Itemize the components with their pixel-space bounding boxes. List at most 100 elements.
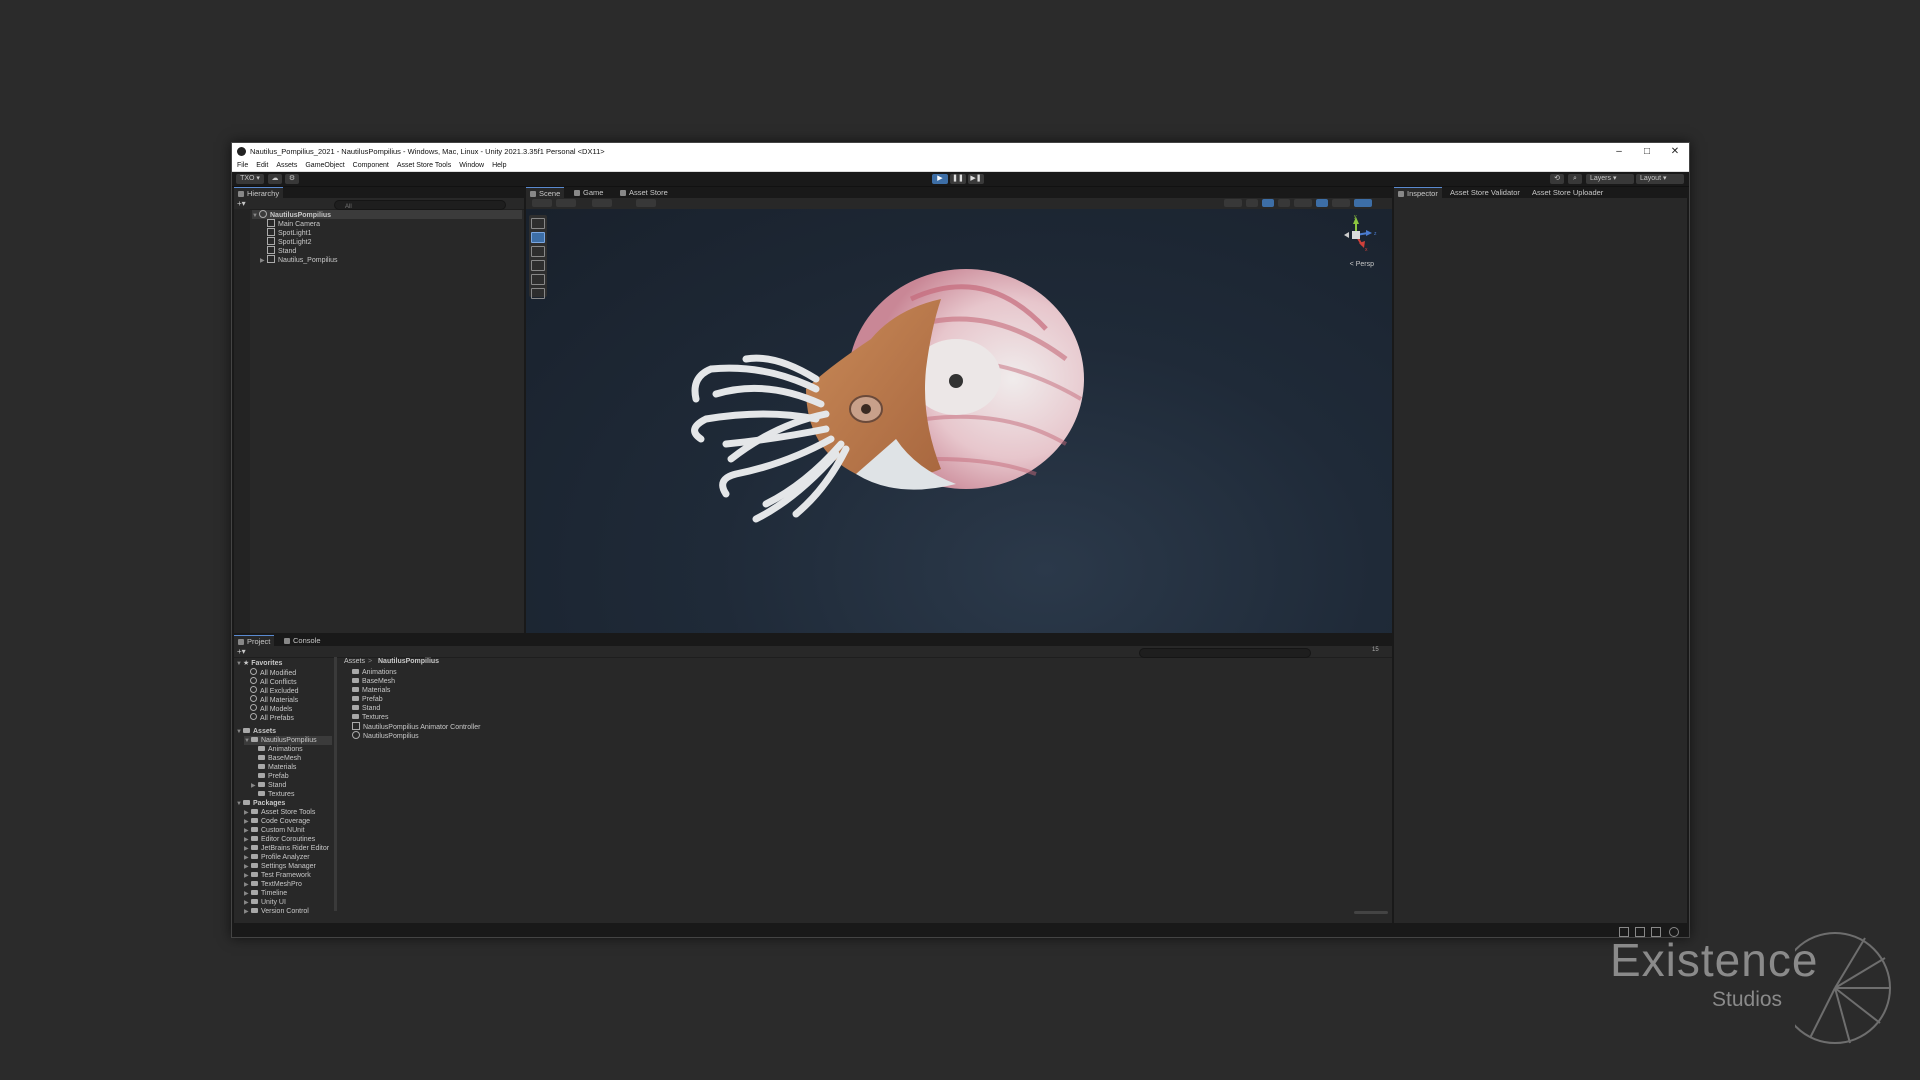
persp-label[interactable]: < Persp xyxy=(1350,261,1374,268)
step-button[interactable]: ▶❚ xyxy=(968,174,984,184)
content-folder-materials[interactable]: Materials xyxy=(352,686,390,695)
cloud-icon[interactable]: ☁ xyxy=(268,174,282,184)
icon-size-slider[interactable] xyxy=(1354,911,1388,914)
move-tool[interactable] xyxy=(531,232,545,243)
rect-tool[interactable] xyxy=(531,274,545,285)
hierarchy-search-input[interactable]: All xyxy=(334,200,506,210)
folder-animations[interactable]: Animations xyxy=(258,745,303,754)
tab-asset-store-uploader[interactable]: Asset Store Uploader xyxy=(1528,187,1607,198)
account-dropdown[interactable]: TXO ▾ xyxy=(236,174,264,184)
content-folder-textures[interactable]: Textures xyxy=(352,713,388,722)
scene-viewport[interactable]: y z x < Persp xyxy=(526,209,1392,633)
add-button[interactable]: +▾ xyxy=(237,199,246,208)
transform-tool[interactable] xyxy=(531,288,545,299)
package-item[interactable]: ▶ Asset Store Tools xyxy=(244,808,315,817)
content-scene-file[interactable]: NautilusPompilius xyxy=(352,731,419,740)
favorite-all-prefabs[interactable]: All Prefabs xyxy=(250,713,294,722)
content-folder-animations[interactable]: Animations xyxy=(352,668,397,677)
package-item[interactable]: ▶ Timeline xyxy=(244,889,287,898)
favorites-header[interactable]: ▼★ Favorites xyxy=(236,659,282,668)
menu-edit[interactable]: Edit xyxy=(256,162,268,169)
package-item[interactable]: ▶ Unity UI xyxy=(244,898,286,907)
content-folder-stand[interactable]: Stand xyxy=(352,704,380,713)
content-folder-prefab[interactable]: Prefab xyxy=(352,695,383,704)
folder-stand[interactable]: ▶ Stand xyxy=(251,781,286,790)
favorite-all-excluded[interactable]: All Excluded xyxy=(250,686,299,695)
folder-icon xyxy=(251,854,258,859)
tree-scrollbar[interactable] xyxy=(334,657,337,911)
shading-dropdown[interactable] xyxy=(1224,199,1242,207)
scene-root[interactable]: ▼ NautilusPompilius xyxy=(252,210,522,219)
content-folder-basemesh[interactable]: BaseMesh xyxy=(352,677,395,686)
scale-tool[interactable] xyxy=(531,260,545,271)
play-button[interactable]: ▶ xyxy=(932,174,948,184)
favorite-all-models[interactable]: All Models xyxy=(250,704,292,713)
history-icon[interactable]: ⟲ xyxy=(1550,174,1564,184)
pause-button[interactable]: ❚❚ xyxy=(950,174,966,184)
hierarchy-item-spotlight1[interactable]: SpotLight1 xyxy=(267,228,311,237)
tab-asset-store-validator[interactable]: Asset Store Validator xyxy=(1446,187,1524,198)
grid-snap-dropdown[interactable] xyxy=(592,199,612,207)
create-button[interactable]: +▾ xyxy=(237,647,246,656)
layout-dropdown[interactable]: Layout ▾ xyxy=(1636,174,1684,184)
assets-nautilus-folder[interactable]: ▼ NautilusPompilius xyxy=(244,736,332,745)
menu-asset-store-tools[interactable]: Asset Store Tools xyxy=(397,162,451,169)
collab-icon[interactable]: ⚙ xyxy=(285,174,299,184)
packages-header[interactable]: ▼ Packages xyxy=(236,799,285,808)
hierarchy-item-nautilus[interactable]: ▶ Nautilus_Pompilius xyxy=(260,255,338,264)
package-item[interactable]: ▶ TextMeshPro xyxy=(244,880,302,889)
package-item[interactable]: ▶ Editor Coroutines xyxy=(244,835,315,844)
audio-toggle[interactable] xyxy=(1278,199,1290,207)
favorite-all-modified[interactable]: All Modified xyxy=(250,668,296,677)
menu-assets[interactable]: Assets xyxy=(276,162,297,169)
folder-prefab[interactable]: Prefab xyxy=(258,772,289,781)
packages-label: Packages xyxy=(253,800,286,807)
package-item[interactable]: ▶ Custom NUnit xyxy=(244,826,305,835)
rotate-tool[interactable] xyxy=(531,246,545,257)
package-item[interactable]: ▶ Profile Analyzer xyxy=(244,853,310,862)
camera-dropdown[interactable] xyxy=(1332,199,1350,207)
folder-basemesh[interactable]: BaseMesh xyxy=(258,754,301,763)
effects-dropdown[interactable] xyxy=(1294,199,1312,207)
folder-materials[interactable]: Materials xyxy=(258,763,296,772)
menu-file[interactable]: File xyxy=(237,162,248,169)
draw-mode-dropdown[interactable] xyxy=(532,199,552,207)
package-item[interactable]: ▶ JetBrains Rider Editor xyxy=(244,844,329,853)
package-item[interactable]: ▶ Test Framework xyxy=(244,871,311,880)
tab-console[interactable]: Console xyxy=(280,635,325,646)
breadcrumb-assets[interactable]: Assets xyxy=(344,658,365,665)
menu-help[interactable]: Help xyxy=(492,162,506,169)
content-animator-controller[interactable]: NautilusPompilius Animator Controller xyxy=(352,722,481,731)
gizmos-dropdown[interactable] xyxy=(1354,199,1372,207)
package-item[interactable]: ▶ Version Control xyxy=(244,907,309,916)
2d-toggle[interactable] xyxy=(1246,199,1258,207)
orientation-gizmo[interactable]: y z x xyxy=(1334,215,1384,259)
visibility-toggle[interactable] xyxy=(1316,199,1328,207)
tab-inspector[interactable]: Inspector xyxy=(1394,187,1442,199)
folder-textures[interactable]: Textures xyxy=(258,790,294,799)
package-item[interactable]: ▶ Settings Manager xyxy=(244,862,316,871)
snap-increment-dropdown[interactable] xyxy=(636,199,656,207)
tab-game[interactable]: Game xyxy=(570,187,607,198)
assets-header[interactable]: ▼ Assets xyxy=(236,727,276,736)
menu-window[interactable]: Window xyxy=(459,162,484,169)
close-button[interactable]: ✕ xyxy=(1661,146,1689,157)
hierarchy-item-main-camera[interactable]: Main Camera xyxy=(267,219,320,228)
menu-gameobject[interactable]: GameObject xyxy=(305,162,344,169)
lighting-toggle[interactable] xyxy=(1262,199,1274,207)
menu-component[interactable]: Component xyxy=(353,162,389,169)
hierarchy-item-spotlight2[interactable]: SpotLight2 xyxy=(267,237,311,246)
view-options-dropdown[interactable] xyxy=(556,199,576,207)
tab-asset-store[interactable]: Asset Store xyxy=(616,187,672,198)
favorite-all-materials[interactable]: All Materials xyxy=(250,695,298,704)
breadcrumb-nautilus[interactable]: NautilusPompilius xyxy=(378,658,439,665)
minimize-button[interactable]: – xyxy=(1605,146,1633,157)
package-item[interactable]: ▶ Code Coverage xyxy=(244,817,310,826)
hierarchy-item-stand[interactable]: Stand xyxy=(267,246,296,255)
layers-dropdown[interactable]: Layers ▾ xyxy=(1586,174,1634,184)
hand-tool[interactable] xyxy=(531,218,545,229)
maximize-button[interactable]: □ xyxy=(1633,146,1661,157)
search-icon[interactable]: ⌕ xyxy=(1568,174,1582,184)
nautilus-model[interactable] xyxy=(656,269,1096,549)
favorite-all-conflicts[interactable]: All Conflicts xyxy=(250,677,297,686)
